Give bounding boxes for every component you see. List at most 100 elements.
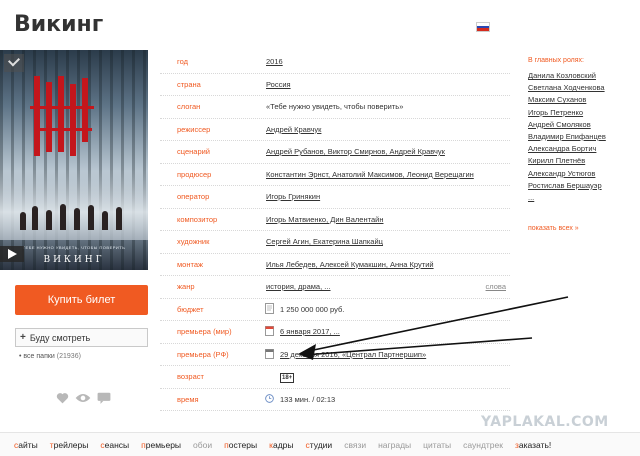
info-label: премьера (РФ): [177, 349, 229, 359]
info-value: 18+: [280, 372, 295, 383]
info-label: монтаж: [177, 259, 204, 269]
nav-links: связи: [344, 439, 367, 450]
movie-poster[interactable]: ТЕБЕ НУЖНО УВИДЕТЬ, ЧТОБЫ ПОВЕРИТЬ ВИКИН…: [0, 50, 148, 270]
genre-links[interactable]: история, драма, ...: [266, 282, 331, 291]
info-value: 29 декабря 2016, «Централ Партнершип»: [280, 350, 426, 359]
nav-studios[interactable]: студии: [306, 440, 333, 450]
movie-info-table: год 2016 страна Россия слоган «Тебе нужн…: [160, 51, 510, 411]
nav-soundtrack: саундтрек: [463, 439, 503, 450]
play-trailer-icon[interactable]: [0, 246, 24, 262]
nav-trailers[interactable]: трейлеры: [50, 440, 89, 450]
will-watch-label: Буду смотреть: [29, 332, 91, 343]
info-value: Игорь Матвиенко, Дин Валентайн: [266, 215, 383, 224]
info-label: сценарий: [177, 147, 210, 156]
info-value: «Тебе нужно увидеть, чтобы поверить»: [266, 102, 404, 111]
info-label: художник: [177, 237, 210, 246]
nav-frames[interactable]: кадры: [269, 440, 293, 450]
info-row-editing: монтаж Илья Лебедев, Алексей Кумакшин, А…: [160, 254, 510, 276]
info-row-director: режиссер Андрей Кравчук: [160, 119, 510, 141]
country-link[interactable]: Россия: [266, 80, 291, 89]
main-cast: В главных ролях: Данила Козловский Светл…: [528, 57, 638, 232]
producer-links[interactable]: Константин Эрнст, Анатолий Максимов, Лео…: [266, 170, 474, 179]
info-label: возраст: [177, 372, 204, 381]
info-row-operator: оператор Игорь Гринякин: [160, 186, 510, 209]
info-value: Константин Эрнст, Анатолий Максимов, Лео…: [266, 170, 474, 179]
cast-item[interactable]: ...: [528, 193, 638, 205]
info-row-year: год 2016: [160, 51, 510, 74]
cast-item[interactable]: Данила Козловский: [528, 71, 638, 83]
cast-item[interactable]: Светлана Ходченкова: [528, 83, 638, 95]
cast-list: Данила Козловский Светлана Ходченкова Ма…: [528, 71, 638, 205]
document-icon: [265, 302, 274, 314]
nav-awards: награды: [378, 439, 412, 450]
keywords-link[interactable]: слова: [486, 282, 506, 291]
cast-item[interactable]: Кирилл Плетнёв: [528, 156, 638, 168]
clock-icon: [265, 393, 274, 403]
cast-item[interactable]: Владимир Епифанцев: [528, 132, 638, 144]
buy-ticket-button[interactable]: Купить билет: [15, 285, 148, 315]
cast-item[interactable]: Андрей Смоляков: [528, 120, 638, 132]
screenplay-links[interactable]: Андрей Рубанов, Виктор Смирнов, Андрей К…: [266, 147, 445, 156]
premiere-world-link[interactable]: 6 января 2017, ...: [280, 327, 340, 336]
info-value: Россия: [266, 80, 291, 89]
info-value: 1 250 000 000 руб.: [280, 304, 345, 314]
cast-item[interactable]: Ростислав Бершауэр: [528, 181, 638, 193]
info-value: 2016: [266, 57, 283, 66]
info-row-producer: продюсер Константин Эрнст, Анатолий Макс…: [160, 164, 510, 186]
info-value: Илья Лебедев, Алексей Кумакшин, Анна Кру…: [266, 260, 434, 269]
info-label: композитор: [177, 214, 218, 224]
info-label: год: [177, 57, 188, 66]
cast-item[interactable]: Александра Бортич: [528, 144, 638, 156]
info-label: премьера (мир): [177, 327, 232, 336]
info-value: история, драма, ...: [266, 282, 331, 291]
info-row-time: время 133 мин. / 02:13: [160, 389, 510, 411]
info-value: Игорь Гринякин: [266, 192, 320, 201]
info-label: продюсер: [177, 169, 212, 179]
artist-links[interactable]: Сергей Агин, Екатерина Шапкайц: [266, 237, 383, 246]
all-folders-link[interactable]: • все папки (21936): [19, 353, 81, 360]
nav-wallpapers: обои: [193, 439, 213, 450]
info-value: Сергей Агин, Екатерина Шапкайц: [266, 237, 383, 246]
info-label: жанр: [177, 282, 195, 291]
year-link[interactable]: 2016: [266, 57, 283, 66]
info-row-tagline: слоган «Тебе нужно увидеть, чтобы повери…: [160, 96, 510, 119]
operator-link[interactable]: Игорь Гринякин: [266, 192, 320, 201]
page-title: Викинг: [14, 12, 104, 37]
will-watch-select[interactable]: + Буду смотреть: [15, 328, 148, 347]
heart-icon[interactable]: [56, 392, 69, 404]
cast-item[interactable]: Игорь Петренко: [528, 108, 638, 120]
poster-title-logo: [30, 76, 100, 156]
poster-figures: [20, 200, 130, 230]
nav-posters[interactable]: постеры: [224, 440, 257, 450]
director-link[interactable]: Андрей Кравчук: [266, 125, 321, 134]
info-label: оператор: [177, 192, 210, 201]
comment-icon[interactable]: [97, 392, 111, 404]
checkmark-icon[interactable]: [4, 54, 24, 72]
info-value: Андрей Кравчук: [266, 125, 321, 134]
composer-links[interactable]: Игорь Матвиенко, Дин Валентайн: [266, 215, 383, 224]
flag-stripe-red: [477, 28, 489, 31]
info-row-country: страна Россия: [160, 74, 510, 96]
eye-icon[interactable]: [75, 392, 91, 404]
editing-links[interactable]: Илья Лебедев, Алексей Кумакшин, Анна Кру…: [266, 260, 434, 269]
info-row-age: возраст 18+: [160, 366, 510, 389]
premiere-rf-link[interactable]: 29 декабря 2016, «Централ Партнершип»: [280, 350, 426, 359]
info-row-premiere-world: премьера (мир) 6 января 2017, ...: [160, 321, 510, 344]
nav-sites[interactable]: сайты: [14, 440, 38, 450]
info-label: страна: [177, 79, 201, 89]
show-all-cast-link[interactable]: показать всех »: [528, 225, 638, 232]
cast-item[interactable]: Максим Суханов: [528, 95, 638, 107]
cast-item[interactable]: Александр Устюгов: [528, 169, 638, 181]
nav-order[interactable]: заказать!: [515, 440, 551, 450]
info-row-budget: бюджет 1 250 000 000 руб.: [160, 299, 510, 321]
info-value: 6 января 2017, ...: [280, 327, 340, 336]
calendar-icon: [265, 348, 274, 359]
nav-premieres[interactable]: премьеры: [141, 440, 181, 450]
info-value: Андрей Рубанов, Виктор Смирнов, Андрей К…: [266, 147, 445, 156]
calendar-icon: [265, 326, 274, 336]
nav-sessions[interactable]: сеансы: [100, 440, 129, 450]
info-value: 133 мин. / 02:13: [280, 394, 336, 404]
watermark: YAPLAKAL.COM: [481, 414, 609, 430]
poster-tagline: ТЕБЕ НУЖНО УВИДЕТЬ, ЧТОБЫ ПОВЕРИТЬ: [22, 245, 126, 250]
action-icons: [56, 392, 111, 404]
